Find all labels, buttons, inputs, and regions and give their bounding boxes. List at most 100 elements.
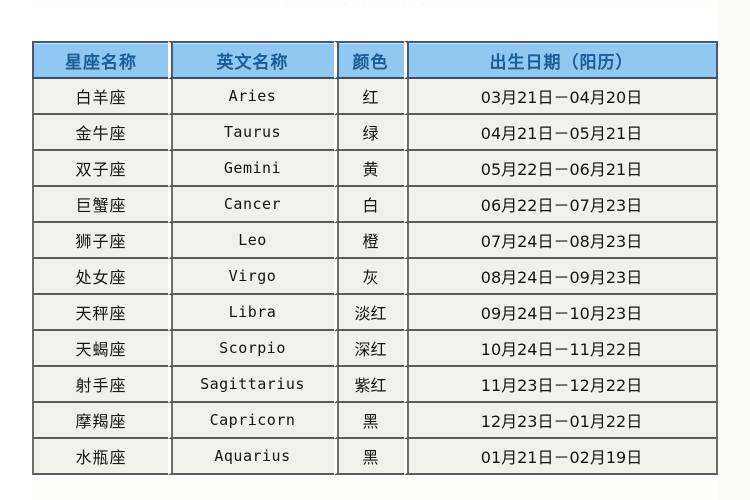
- cell-birth-date-cell: 11月23日－12月22日: [404, 367, 718, 403]
- cell-zodiac-name: 射手座: [75, 376, 127, 395]
- clipped-text-remnant: · · · · · · · · · · ·: [285, 0, 485, 9]
- cell-english-name-cell: Aries: [168, 79, 334, 115]
- cell-zodiac-name: 天蝎座: [75, 340, 127, 359]
- cell-birth-date-cell: 01月21日－02月19日: [404, 439, 718, 475]
- cell-english-name: Gemini: [223, 158, 282, 177]
- cell-zodiac-name-cell: 巨蟹座: [32, 187, 168, 223]
- table-row: 巨蟹座 Cancer 白 06月22日－07月23日: [32, 187, 718, 223]
- zodiac-table: 星座名称 英文名称 颜色 出生日期（阳历） 白羊座 Aries 红 03月21日－04…: [32, 41, 718, 475]
- cell-color: 黑: [362, 412, 379, 431]
- cell-color-cell: 深红: [334, 331, 404, 367]
- cell-color-cell: 灰: [334, 259, 404, 295]
- cell-color: 深红: [354, 340, 387, 359]
- cell-birth-date: 07月24日－08月23日: [480, 232, 643, 251]
- column-header-english: 英文名称: [168, 41, 334, 79]
- cell-zodiac-name: 水瓶座: [75, 448, 127, 467]
- cell-zodiac-name-cell: 射手座: [32, 367, 168, 403]
- cell-birth-date-cell: 04月21日－05月21日: [404, 115, 718, 151]
- column-header-color: 颜色: [334, 41, 404, 79]
- cell-zodiac-name: 摩羯座: [75, 412, 127, 431]
- cell-english-name: Libra: [228, 302, 277, 321]
- cell-color: 灰: [362, 268, 379, 287]
- table-row: 天蝎座 Scorpio 深红 10月24日－11月22日: [32, 331, 718, 367]
- cell-english-name-cell: Capricorn: [168, 403, 334, 439]
- cell-english-name: Leo: [238, 230, 267, 249]
- cell-birth-date: 11月23日－12月22日: [480, 376, 643, 395]
- cell-zodiac-name: 狮子座: [75, 232, 127, 251]
- cell-color: 紫红: [354, 376, 387, 395]
- cell-birth-date: 10月24日－11月22日: [480, 340, 643, 359]
- cell-english-name-cell: Cancer: [168, 187, 334, 223]
- left-margin: [0, 0, 32, 500]
- cell-color-cell: 橙: [334, 223, 404, 259]
- cell-english-name: Cancer: [223, 194, 282, 213]
- cell-birth-date-cell: 05月22日－06月21日: [404, 151, 718, 187]
- cell-zodiac-name: 金牛座: [75, 124, 127, 143]
- cell-english-name-cell: Virgo: [168, 259, 334, 295]
- cell-birth-date-cell: 12月23日－01月22日: [404, 403, 718, 439]
- cell-color: 黑: [362, 448, 379, 467]
- cell-english-name: Virgo: [228, 266, 277, 285]
- cell-zodiac-name-cell: 白羊座: [32, 79, 168, 115]
- cell-english-name-cell: Gemini: [168, 151, 334, 187]
- cell-english-name-cell: Sagittarius: [168, 367, 334, 403]
- cell-zodiac-name: 天秤座: [75, 304, 127, 323]
- table-row: 处女座 Virgo 灰 08月24日－09月23日: [32, 259, 718, 295]
- cell-color-cell: 紫红: [334, 367, 404, 403]
- cell-birth-date-cell: 10月24日－11月22日: [404, 331, 718, 367]
- cell-english-name-cell: Libra: [168, 295, 334, 331]
- cell-english-name: Sagittarius: [200, 374, 305, 393]
- cell-color-cell: 白: [334, 187, 404, 223]
- cell-zodiac-name: 双子座: [75, 160, 127, 179]
- table-row: 狮子座 Leo 橙 07月24日－08月23日: [32, 223, 718, 259]
- cell-birth-date-cell: 03月21日－04月20日: [404, 79, 718, 115]
- table-body: 白羊座 Aries 红 03月21日－04月20日金牛座 Taurus 绿 04月21日－0…: [32, 79, 718, 475]
- top-margin: [0, 9, 750, 41]
- table-row: 白羊座 Aries 红 03月21日－04月20日: [32, 79, 718, 115]
- cell-english-name: Taurus: [223, 122, 282, 141]
- cell-color-cell: 黄: [334, 151, 404, 187]
- cell-zodiac-name-cell: 金牛座: [32, 115, 168, 151]
- cell-color-cell: 淡红: [334, 295, 404, 331]
- cell-birth-date-cell: 06月22日－07月23日: [404, 187, 718, 223]
- cell-english-name-cell: Taurus: [168, 115, 334, 151]
- cell-color: 橙: [362, 232, 379, 251]
- cell-zodiac-name-cell: 摩羯座: [32, 403, 168, 439]
- cell-zodiac-name-cell: 水瓶座: [32, 439, 168, 475]
- cell-birth-date: 09月24日－10月23日: [480, 304, 643, 323]
- cell-color: 淡红: [354, 304, 387, 323]
- cell-birth-date: 04月21日－05月21日: [480, 124, 643, 143]
- table-row: 双子座 Gemini 黄 05月22日－06月21日: [32, 151, 718, 187]
- cell-birth-date-cell: 07月24日－08月23日: [404, 223, 718, 259]
- cell-color-cell: 绿: [334, 115, 404, 151]
- cell-color-cell: 黑: [334, 403, 404, 439]
- cell-english-name: Aries: [228, 86, 277, 105]
- cell-color-cell: 红: [334, 79, 404, 115]
- cell-birth-date-cell: 08月24日－09月23日: [404, 259, 718, 295]
- table-row: 摩羯座 Capricorn 黑 12月23日－01月22日: [32, 403, 718, 439]
- cell-english-name: Scorpio: [219, 338, 286, 357]
- page-root: · · · · · · · · · · · 星座名称 英文名称 颜色 出生日期（…: [0, 0, 750, 500]
- header-row: 星座名称 英文名称 颜色 出生日期（阳历）: [32, 41, 718, 79]
- cell-zodiac-name: 白羊座: [75, 88, 127, 107]
- cell-color: 红: [362, 88, 379, 107]
- table-row: 金牛座 Taurus 绿 04月21日－05月21日: [32, 115, 718, 151]
- cell-color: 白: [362, 196, 379, 215]
- cell-zodiac-name-cell: 天秤座: [32, 295, 168, 331]
- zodiac-table-container: 星座名称 英文名称 颜色 出生日期（阳历） 白羊座 Aries 红 03月21日－04…: [32, 41, 718, 475]
- column-header-name: 星座名称: [32, 41, 168, 79]
- cell-zodiac-name: 处女座: [75, 268, 127, 287]
- cell-zodiac-name-cell: 狮子座: [32, 223, 168, 259]
- cell-zodiac-name-cell: 双子座: [32, 151, 168, 187]
- table-header: 星座名称 英文名称 颜色 出生日期（阳历）: [32, 41, 718, 79]
- cell-english-name: Capricorn: [209, 410, 296, 429]
- column-header-birth-date: 出生日期（阳历）: [404, 41, 718, 79]
- table-row: 天秤座 Libra 淡红 09月24日－10月23日: [32, 295, 718, 331]
- cell-birth-date-cell: 09月24日－10月23日: [404, 295, 718, 331]
- cell-birth-date: 03月21日－04月20日: [480, 88, 643, 107]
- right-margin: [718, 0, 750, 500]
- cell-english-name-cell: Leo: [168, 223, 334, 259]
- cell-birth-date: 06月22日－07月23日: [480, 196, 643, 215]
- cell-english-name: Aquarius: [214, 446, 291, 465]
- cell-birth-date: 08月24日－09月23日: [480, 268, 643, 287]
